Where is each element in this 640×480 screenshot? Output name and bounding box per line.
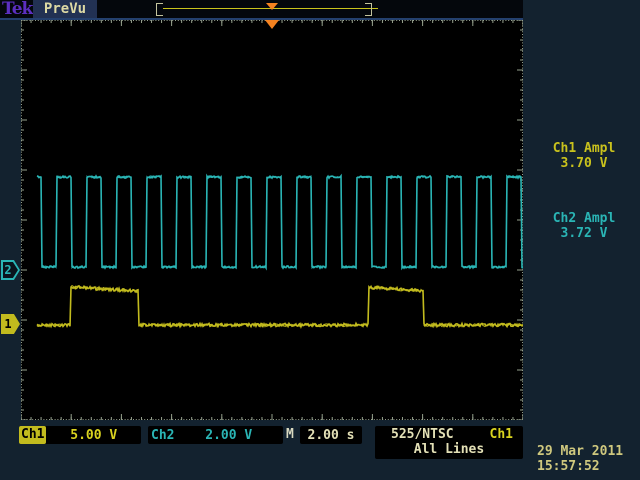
measurement-value: 3.72 V xyxy=(530,226,638,241)
ch1-scale-value: 5.00 V xyxy=(46,428,141,443)
measurement-ch2-ampl: Ch2 Ampl 3.72 V xyxy=(530,211,638,241)
record-view-trigger-position-icon xyxy=(266,3,278,10)
trigger-position-marker xyxy=(265,20,279,29)
trigger-standard: 525/NTSC xyxy=(391,427,454,442)
ch1-trace xyxy=(37,286,523,327)
ch2-scale-value: 2.00 V xyxy=(174,428,283,443)
ch1-ground-marker: 1 xyxy=(1,314,20,334)
measurement-ch1-ampl: Ch1 Ampl 3.70 V xyxy=(530,141,638,171)
waveform-svg xyxy=(21,20,523,420)
datetime-readout: 29 Mar 2011 15:57:52 xyxy=(537,444,637,474)
oscilloscope-screen: Tek PreVu 2 1 Ch1 Ampl 3.70 V Ch2 Ampl 3… xyxy=(0,0,640,480)
record-view-left-bracket-icon xyxy=(156,3,163,16)
ch1-ground-marker-label: 1 xyxy=(1,314,15,334)
tek-logo: Tek xyxy=(2,0,32,19)
ch2-scale-readout: Ch2 2.00 V xyxy=(148,426,283,444)
measurement-label: Ch2 Ampl xyxy=(530,211,638,226)
trigger-readout: 525/NTSC Ch1 All Lines xyxy=(375,426,523,459)
timebase-value: 2.00 s xyxy=(308,428,355,443)
date-text: 29 Mar 2011 xyxy=(537,444,637,459)
ch2-channel-badge: Ch2 xyxy=(148,428,174,443)
graticule-area xyxy=(21,20,523,420)
timebase-readout: 2.00 s xyxy=(300,426,362,444)
ch2-ground-marker: 2 xyxy=(1,260,20,280)
measurement-label: Ch1 Ampl xyxy=(530,141,638,156)
acquisition-status-badge: PreVu xyxy=(33,0,97,18)
ch1-channel-badge: Ch1 xyxy=(19,426,46,444)
ch2-trace xyxy=(37,176,523,268)
ch2-ground-marker-label: 2 xyxy=(1,260,15,280)
ch2-trace xyxy=(37,176,523,268)
top-status-bar: Tek PreVu xyxy=(0,0,523,18)
time-text: 15:57:52 xyxy=(537,459,637,474)
ch1-scale-readout: Ch1 5.00 V xyxy=(19,426,141,444)
measurement-value: 3.70 V xyxy=(530,156,638,171)
record-view-right-bracket-icon xyxy=(365,3,372,16)
timebase-badge: M xyxy=(286,426,294,444)
trigger-source: Ch1 xyxy=(490,427,513,442)
ch1-trace xyxy=(37,286,523,327)
trigger-mode: All Lines xyxy=(375,442,523,457)
